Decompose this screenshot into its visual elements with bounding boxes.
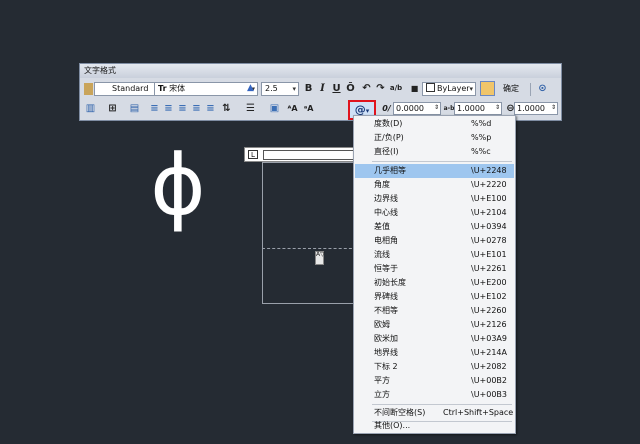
underline-button[interactable]: U — [330, 82, 343, 95]
symbol-menu: 度数(D) %%d 正/负(P) %%p 直径(I) %%c 几乎相等 \U+2248 … — [353, 115, 516, 434]
options-icon[interactable]: ⊙ — [536, 82, 549, 95]
menu-separator — [372, 161, 512, 162]
align-left-icon[interactable]: ≡ — [148, 102, 161, 115]
stack-button[interactable]: a/b — [388, 82, 404, 95]
ruler-toggle-button[interactable] — [480, 81, 495, 96]
oblique-angle-input[interactable]: 0.0000 ⇕ — [393, 102, 441, 115]
color-swatch-icon: ■ — [410, 84, 419, 93]
menu-item-flow-line[interactable]: 流线 \U+E101 — [355, 248, 514, 262]
color-select[interactable]: ByLayer ▾ — [422, 82, 476, 96]
ruler-scale[interactable] — [263, 150, 355, 160]
text-ruler[interactable]: L — [244, 147, 356, 162]
bold-button[interactable]: B — [302, 82, 315, 95]
menu-item-omega[interactable]: 欧米加 \U+03A9 — [355, 332, 514, 346]
undo-button[interactable]: ↶ — [360, 82, 373, 95]
menu-item-squared[interactable]: 平方 \U+00B2 — [355, 374, 514, 388]
width-factor-input[interactable]: 1.0000 ⇕ — [514, 102, 558, 115]
menu-item-diameter[interactable]: 直径(I) %%c — [355, 145, 514, 159]
justify-icon[interactable]: ≡ — [190, 102, 203, 115]
align-right-icon[interactable]: ≡ — [176, 102, 189, 115]
menu-item-degrees[interactable]: 度数(D) %%d — [355, 117, 514, 131]
menu-item-identity[interactable]: 恒等于 \U+2261 — [355, 262, 514, 276]
tracking-input[interactable]: 1.0000 ⇕ — [454, 102, 502, 115]
align-center-icon[interactable]: ≡ — [162, 102, 175, 115]
menu-item-not-equal[interactable]: 不相等 \U+2260 — [355, 304, 514, 318]
separator — [530, 83, 531, 96]
font-select[interactable]: Tr 宋体 ▾ — [154, 82, 258, 96]
overline-button[interactable]: Ō — [344, 82, 357, 95]
menu-item-almost-equal[interactable]: 几乎相等 \U+2248 — [355, 164, 514, 178]
menu-item-cubed[interactable]: 立方 \U+00B3 — [355, 388, 514, 402]
line-spacing-icon[interactable]: ⇅ — [220, 102, 233, 115]
menu-item-plus-minus[interactable]: 正/负(P) %%p — [355, 131, 514, 145]
ok-button[interactable]: 确定 — [498, 83, 524, 95]
uppercase-icon[interactable]: ᴬA — [286, 102, 299, 115]
menu-item-nonbreaking-space[interactable]: 不间断空格(S) Ctrl+Shift+Space — [355, 406, 514, 420]
redo-button[interactable]: ↷ — [374, 82, 387, 95]
oblique-angle-icon: 0/ — [382, 104, 391, 113]
menu-item-delta[interactable]: 差值 \U+0394 — [355, 220, 514, 234]
numbering-icon[interactable]: ☰ — [244, 102, 257, 115]
text-height-select[interactable]: 2.5 ▾ — [261, 82, 299, 96]
mtext-edit-box[interactable] — [262, 162, 357, 304]
menu-separator — [372, 404, 512, 405]
toolbar-title[interactable]: 文字格式 — [80, 64, 561, 78]
menu-item-centerline[interactable]: 中心线 \U+2104 — [355, 206, 514, 220]
mtext-justify-icon[interactable]: ⊞ — [106, 102, 119, 115]
menu-item-ohm[interactable]: 欧姆 \U+2126 — [355, 318, 514, 332]
menu-item-angle[interactable]: 角度 \U+2220 — [355, 178, 514, 192]
lowercase-icon[interactable]: ᵃA — [302, 102, 315, 115]
tab-type-button[interactable]: L — [248, 150, 258, 159]
edit-box-divider — [262, 248, 357, 249]
distribute-icon[interactable]: ≡ — [204, 102, 217, 115]
paragraph-icon[interactable]: ▤ — [128, 102, 141, 115]
menu-item-property-line[interactable]: 地界线 \U+214A — [355, 346, 514, 360]
truetype-icon: Tr — [158, 84, 167, 93]
menu-item-initial-length[interactable]: 初始长度 \U+E200 — [355, 276, 514, 290]
menu-item-boundary-line[interactable]: 边界线 \U+E100 — [355, 192, 514, 206]
grip-icon — [84, 83, 93, 95]
phi-symbol-glyph: ϕ — [150, 136, 206, 234]
columns-icon[interactable]: ▥ — [84, 102, 97, 115]
italic-button[interactable]: I — [316, 82, 329, 95]
menu-item-subscript-2[interactable]: 下标 2 \U+2082 — [355, 360, 514, 374]
menu-item-electrical-phase[interactable]: 电相角 \U+0278 — [355, 234, 514, 248]
text-formatting-toolbar: 文字格式 Standard▾ Tr 宋体▾ ▲ 2.5▾ B I U Ō ↶ ↷… — [79, 63, 562, 121]
annotative-icon[interactable]: ▲ — [244, 82, 257, 95]
menu-item-monument-line[interactable]: 界碑线 \U+E102 — [355, 290, 514, 304]
insert-field-icon[interactable]: ▣ — [268, 102, 281, 115]
menu-item-other[interactable]: 其他(O)... — [355, 419, 514, 433]
resize-handle[interactable]: A▽ — [315, 251, 325, 265]
